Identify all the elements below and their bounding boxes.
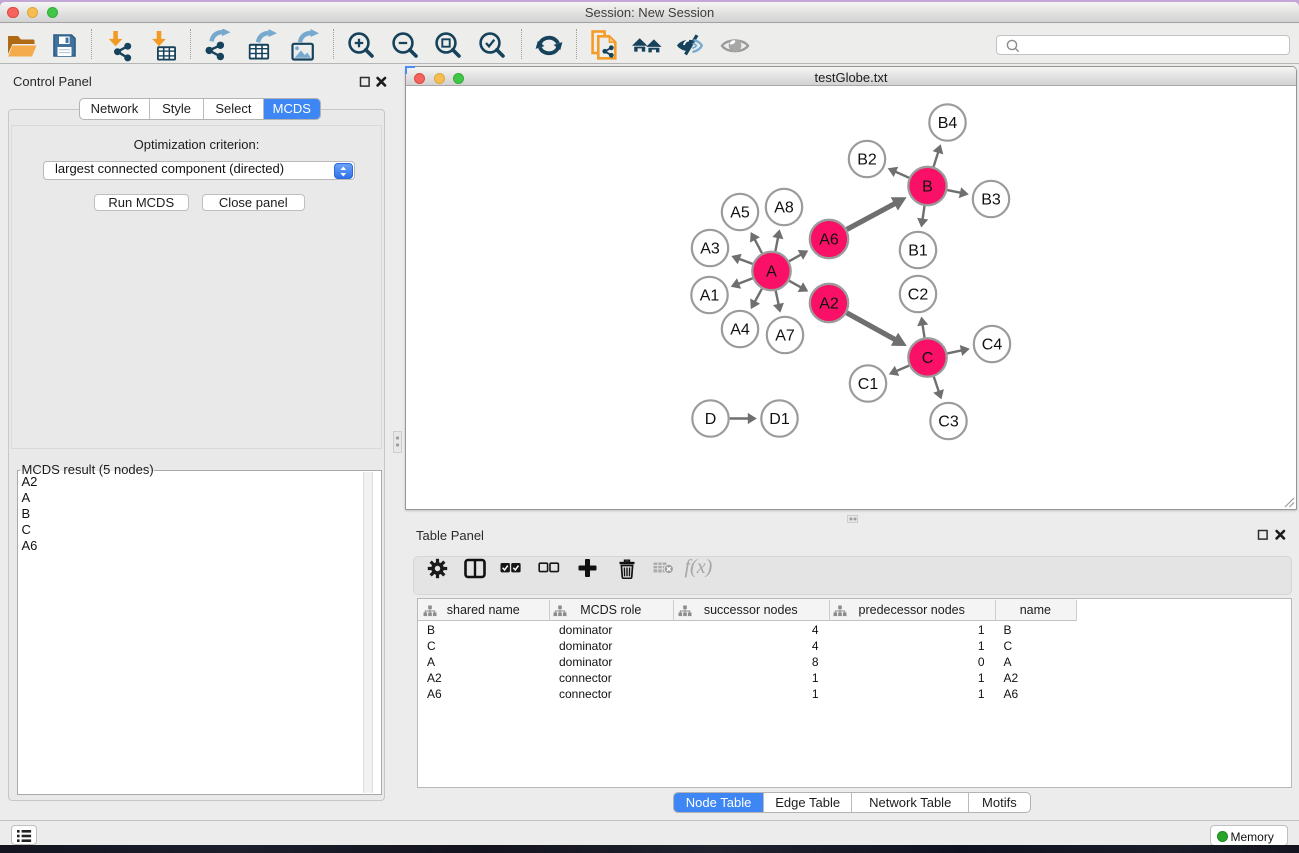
svg-text:A2: A2 bbox=[819, 296, 839, 313]
svg-text:A5: A5 bbox=[730, 205, 750, 222]
svg-text:B4: B4 bbox=[938, 115, 958, 132]
svg-text:C4: C4 bbox=[982, 337, 1003, 354]
svg-text:B1: B1 bbox=[908, 243, 928, 260]
svg-text:A7: A7 bbox=[775, 328, 795, 345]
svg-text:D1: D1 bbox=[769, 411, 790, 428]
svg-text:B3: B3 bbox=[981, 192, 1001, 209]
svg-text:A6: A6 bbox=[819, 232, 839, 249]
svg-text:C3: C3 bbox=[938, 414, 959, 431]
svg-text:A1: A1 bbox=[700, 288, 720, 305]
svg-text:C2: C2 bbox=[908, 287, 929, 304]
svg-text:D: D bbox=[705, 411, 717, 428]
svg-text:B2: B2 bbox=[857, 152, 877, 169]
svg-text:B: B bbox=[922, 179, 933, 196]
svg-text:C1: C1 bbox=[858, 376, 879, 393]
svg-text:A3: A3 bbox=[700, 241, 720, 258]
svg-text:A4: A4 bbox=[730, 322, 750, 339]
svg-text:A8: A8 bbox=[774, 200, 794, 217]
svg-text:C: C bbox=[922, 350, 934, 367]
svg-text:A: A bbox=[766, 264, 777, 281]
